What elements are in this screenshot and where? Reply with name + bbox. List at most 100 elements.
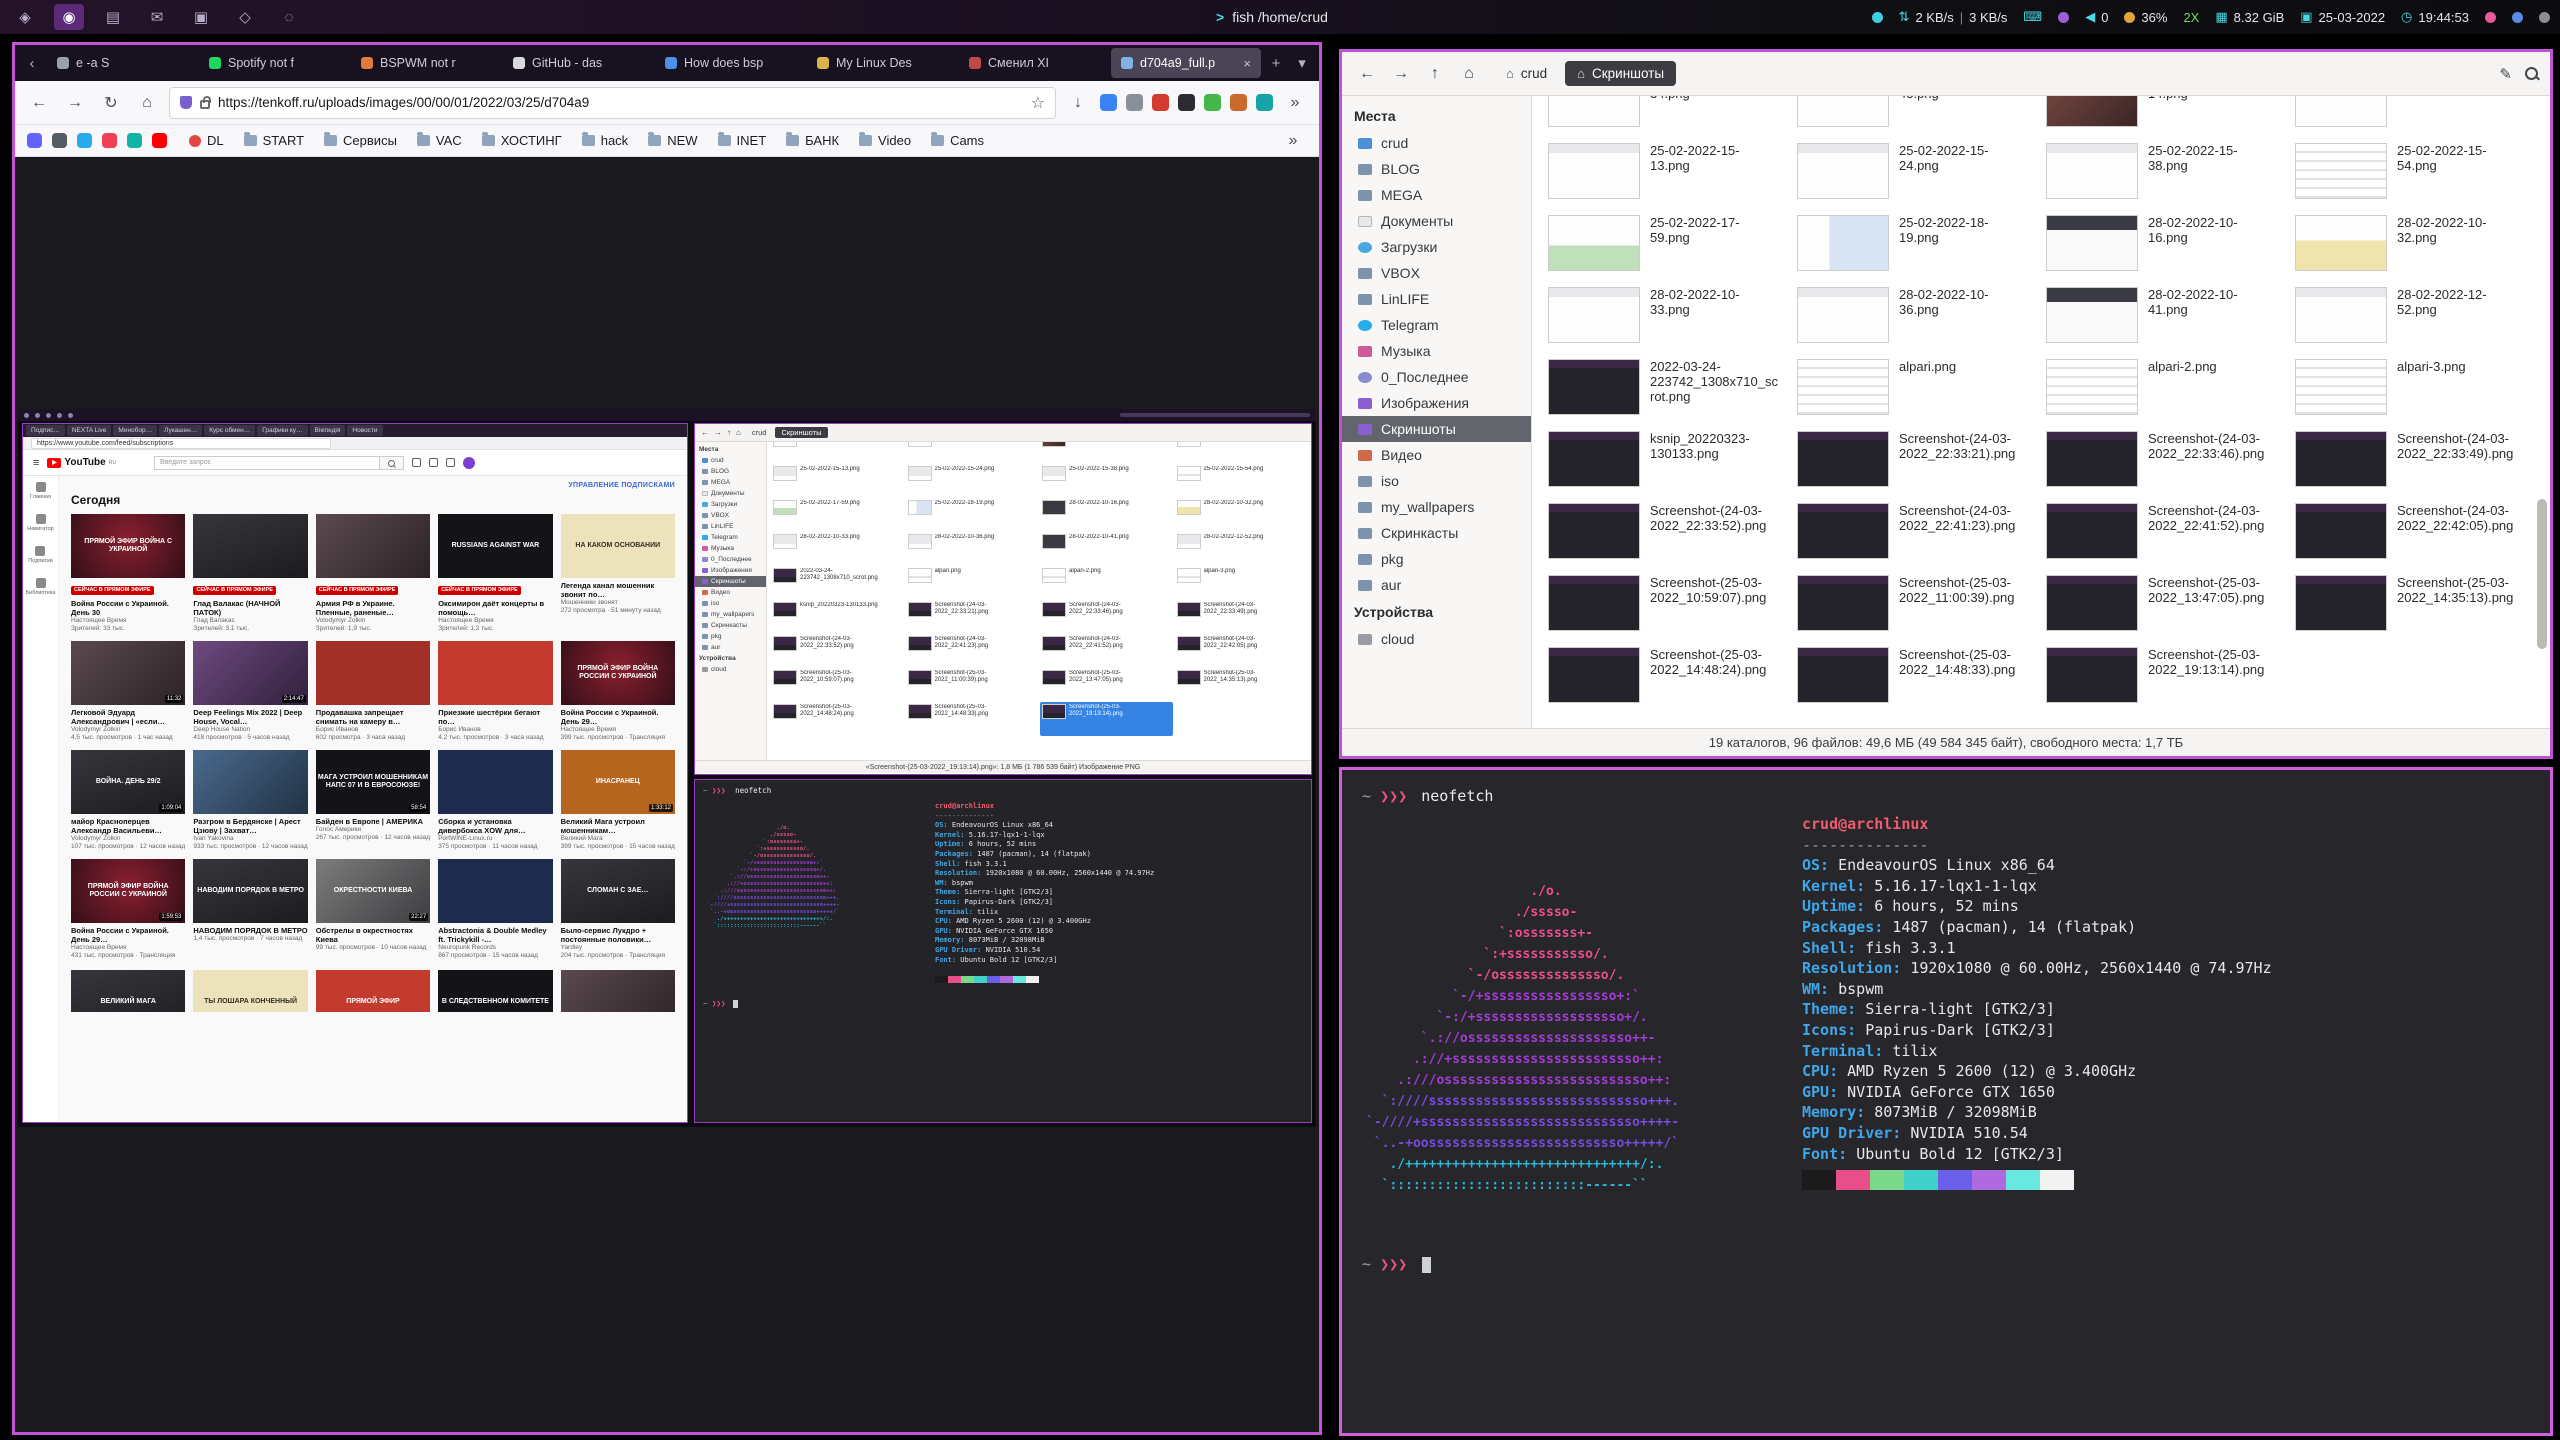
download-manager-icon[interactable] [1100, 94, 1117, 111]
workspace-terminal-icon[interactable]: ▣ [186, 4, 216, 30]
file-item[interactable]: Screenshot-(24-03-2022_22:33:21).png [1791, 424, 2034, 496]
workspace-web-icon[interactable]: ◉ [54, 4, 84, 30]
url-text[interactable]: https://tenkoff.ru/uploads/images/00/00/… [218, 95, 1023, 110]
tab-list-chevron-icon[interactable]: ▾ [1291, 54, 1313, 72]
file-item[interactable]: Screenshot-(24-03-2022_22:33:49).png [2289, 424, 2532, 496]
terminal-window[interactable]: ~ ❯❯❯ neofetch ./o. ./sssso- `:osssssss+… [1339, 767, 2553, 1436]
proxy-extension-icon[interactable] [1204, 94, 1221, 111]
dark-reader-icon[interactable] [1178, 94, 1195, 111]
usage-module[interactable]: 36% [2124, 10, 2167, 25]
browser-tab[interactable]: My Linux Des × [807, 48, 957, 78]
translator-extension-icon[interactable] [1256, 94, 1273, 111]
file-item[interactable]: Screenshot-(25-03-2022_13:47:05).png [2040, 568, 2283, 640]
file-item[interactable]: 28-02-2022-10-32.png [2289, 208, 2532, 280]
file-item[interactable]: 28-02-2022-12-52.png [2289, 280, 2532, 352]
file-item[interactable]: 28-02-2022-10-16.png [2040, 208, 2283, 280]
up-icon[interactable]: ↑ [1420, 59, 1450, 89]
file-item[interactable]: alpari-3.png [2289, 352, 2532, 424]
microphone-icon[interactable] [2485, 12, 2496, 23]
file-item[interactable]: alpari.png [1791, 352, 2034, 424]
file-item[interactable]: Screenshot-(25-03-2022_19:13:14).png [2040, 640, 2283, 712]
bookmark-item[interactable]: NEW [640, 130, 705, 151]
file-item[interactable]: Screenshot-(25-03-2022_11:00:39).png [1791, 568, 2034, 640]
file-item[interactable]: 25-02-2022-15-24.png [1791, 136, 2034, 208]
bookmarks-overflow-icon[interactable]: » [1279, 127, 1307, 155]
bookmark-item[interactable]: Сервисы [316, 130, 405, 151]
browser-tab[interactable]: d704a9_full.p × [1111, 48, 1261, 78]
file-item[interactable]: 25-02-2022-18-19.png [1791, 208, 2034, 280]
path-segment[interactable]: ⌂ Скриншоты [1565, 61, 1676, 86]
sidebar-place-item[interactable]: BLOG [1342, 156, 1531, 182]
workspace-code-icon[interactable]: ◇ [230, 4, 260, 30]
sidebar-place-item[interactable]: Скринкасты [1342, 520, 1531, 546]
file-item[interactable]: 28-02-2022-10-41.png [2040, 280, 2283, 352]
sidebar-place-item[interactable]: crud [1342, 130, 1531, 156]
overflow-chevrons-icon[interactable]: » [1281, 89, 1309, 117]
bookmark-item[interactable]: Cams [923, 130, 992, 151]
file-item[interactable]: Screenshot-(24-03-2022_22:33:52).png [1542, 496, 1785, 568]
browser-tab[interactable]: e -a S × [47, 48, 197, 78]
lock-icon[interactable] [200, 100, 210, 109]
file-item[interactable]: Screenshot-(25-03-2022_10:59:07).png [1542, 568, 1785, 640]
sidebar-place-item[interactable]: pkg [1342, 546, 1531, 572]
screenshot-extension-icon[interactable] [1126, 94, 1143, 111]
file-item[interactable]: Screenshot-(24-03-2022_22:41:23).png [1791, 496, 2034, 568]
workspace-misc-icon[interactable]: ◌ [274, 4, 304, 30]
infinity-bookmark-icon[interactable] [127, 133, 142, 148]
bookmark-item[interactable]: VAC [409, 130, 470, 151]
file-item[interactable]: 2022-03-24-223742_1308x710_scrot.png [1542, 352, 1785, 424]
file-item[interactable]: Screenshot-(25-03-2022_14:48:24).png [1542, 640, 1785, 712]
file-item[interactable]: 28-02-2022-10-36.png [1791, 280, 2034, 352]
browser-tab[interactable]: GitHub - das × [503, 48, 653, 78]
file-item[interactable]: alpari-2.png [2040, 352, 2283, 424]
telegram-bookmark-icon[interactable] [77, 133, 92, 148]
tab-close-icon[interactable]: × [1243, 56, 1251, 71]
layout-indicator[interactable]: 2X [2183, 10, 2199, 25]
bookmark-item[interactable]: ХОСТИНГ [474, 130, 570, 151]
back-icon[interactable]: ← [1352, 59, 1382, 89]
camera-bookmark-icon[interactable] [52, 133, 67, 148]
sidebar-place-item[interactable]: Скриншоты [1342, 416, 1531, 442]
file-item[interactable]: Screenshot-(25-03-2022_14:48:33).png [1791, 640, 2034, 712]
sidebar-place-item[interactable]: Музыка [1342, 338, 1531, 364]
file-item[interactable]: Screenshot-(24-03-2022_22:42:05).png [2289, 496, 2532, 568]
sidebar-place-item[interactable]: MEGA [1342, 182, 1531, 208]
bookmark-star-icon[interactable]: ☆ [1031, 93, 1045, 113]
keyboard-icon[interactable]: ⌨ [2023, 9, 2042, 25]
bookmark-item[interactable]: БАНК [778, 130, 847, 151]
tracking-shield-icon[interactable] [180, 96, 192, 109]
file-item[interactable]: 25-02-2022-13-14.png [2040, 96, 2283, 136]
sidebar-place-item[interactable]: Изображения [1342, 390, 1531, 416]
sidebar-place-item[interactable]: Видео [1342, 442, 1531, 468]
sidebar-place-item[interactable]: Документы [1342, 208, 1531, 234]
sidebar-place-item[interactable]: iso [1342, 468, 1531, 494]
address-bar[interactable]: https://tenkoff.ru/uploads/images/00/00/… [169, 87, 1056, 119]
path-segment[interactable]: ⌂ crud [1494, 61, 1559, 86]
scrollbar-thumb[interactable] [2537, 499, 2547, 649]
tab-scroll-left-icon[interactable]: ‹ [21, 55, 43, 72]
sidebar-device-item[interactable]: cloud [1342, 626, 1531, 652]
file-item[interactable]: 25-02-2022-15-38.png [2040, 136, 2283, 208]
file-item[interactable]: 25-02-2022-14-11.png [2289, 96, 2532, 136]
bookmark-item[interactable]: Video [851, 130, 919, 151]
browser-tab[interactable]: How does bsp × [655, 48, 805, 78]
workspace-chat-icon[interactable]: ✉ [142, 4, 172, 30]
bookmark-item[interactable]: START [236, 130, 312, 151]
forward-icon[interactable]: → [1386, 59, 1416, 89]
clock-module[interactable]: ◷19:44:53 [2401, 9, 2469, 25]
file-item[interactable]: 25-02-2022-15-13.png [1542, 136, 1785, 208]
youtube-bookmark-icon[interactable] [152, 133, 167, 148]
file-item[interactable]: 25-02-2022-17-59.png [1542, 208, 1785, 280]
sidebar-place-item[interactable]: VBOX [1342, 260, 1531, 286]
volume-module[interactable]: ◀0 [2085, 9, 2108, 25]
memory-module[interactable]: ▦8.32 GiB [2215, 9, 2284, 25]
back-icon[interactable]: ← [25, 89, 53, 117]
downloads-icon[interactable]: ↓ [1064, 89, 1092, 117]
tampermonkey-icon[interactable] [1230, 94, 1247, 111]
indicator-icon[interactable] [2058, 12, 2069, 23]
bookmark-item[interactable]: INET [710, 130, 775, 151]
bookmark-item[interactable]: hack [574, 130, 636, 151]
workspace-launcher-icon[interactable]: ◈ [10, 4, 40, 30]
sidebar-place-item[interactable]: Telegram [1342, 312, 1531, 338]
reload-icon[interactable]: ↻ [97, 89, 125, 117]
